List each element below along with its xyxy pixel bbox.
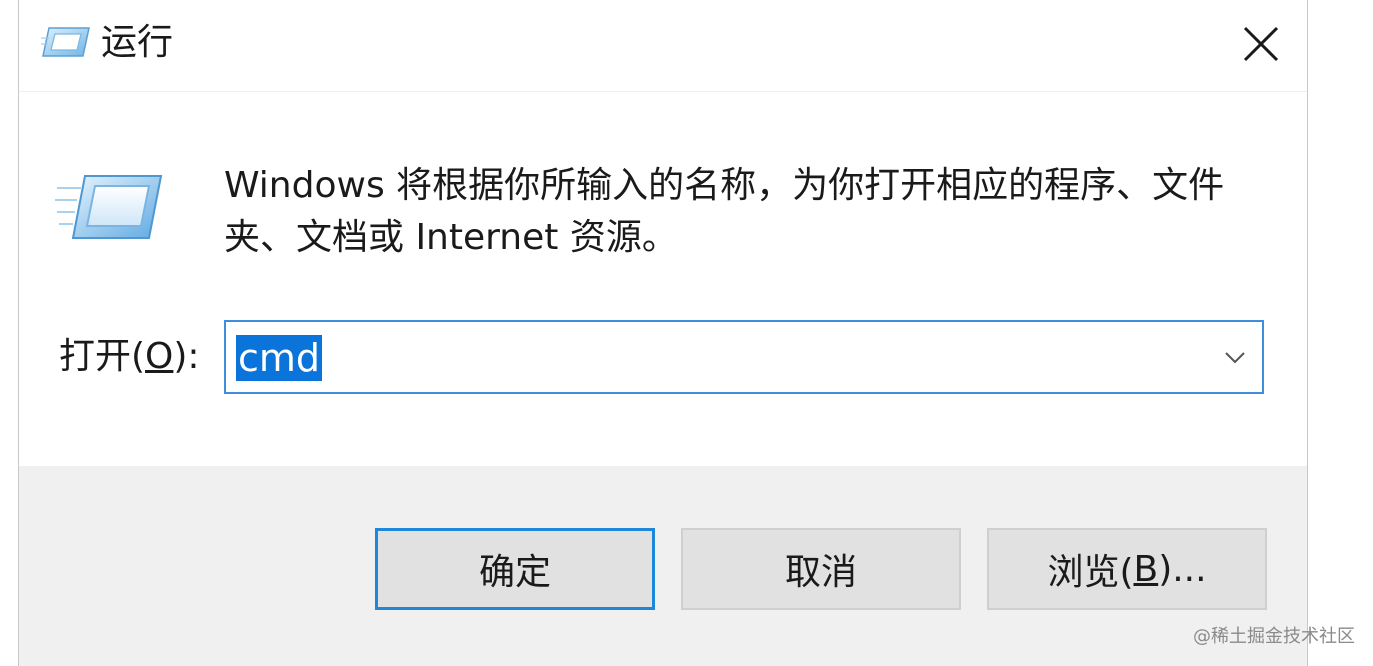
open-label-suffix: ): xyxy=(173,336,200,377)
browse-label-prefix: 浏览( xyxy=(1047,552,1134,593)
open-label: 打开(O): xyxy=(59,332,200,382)
title-bar: 运行 xyxy=(19,0,1307,92)
run-dialog: 运行 Windows 将根据你所输入的名称，为你打开相应的程序、文件夹、文档或 … xyxy=(18,0,1308,666)
dialog-description: Windows 将根据你所输入的名称，为你打开相应的程序、文件夹、文档或 Int… xyxy=(224,165,1225,258)
open-input-value[interactable]: cmd xyxy=(236,335,323,381)
browse-label-suffix: )... xyxy=(1158,548,1207,590)
browse-label-access-key: B xyxy=(1133,548,1159,590)
close-icon[interactable] xyxy=(1231,14,1291,74)
ok-button[interactable]: 确定 xyxy=(375,528,655,610)
open-combobox[interactable]: cmd xyxy=(224,320,1264,394)
browse-button[interactable]: 浏览(B)... xyxy=(987,528,1267,610)
open-label-prefix: 打开( xyxy=(59,336,146,377)
button-bar: 确定 取消 浏览(B)... xyxy=(19,466,1307,666)
open-label-access-key: O xyxy=(145,336,174,377)
watermark: @稀土掘金技术社区 xyxy=(1193,626,1355,647)
chevron-down-icon[interactable] xyxy=(1222,344,1248,370)
window-title: 运行 xyxy=(101,22,174,63)
cancel-button[interactable]: 取消 xyxy=(681,528,961,610)
run-large-icon xyxy=(55,175,163,239)
run-icon xyxy=(41,27,90,57)
